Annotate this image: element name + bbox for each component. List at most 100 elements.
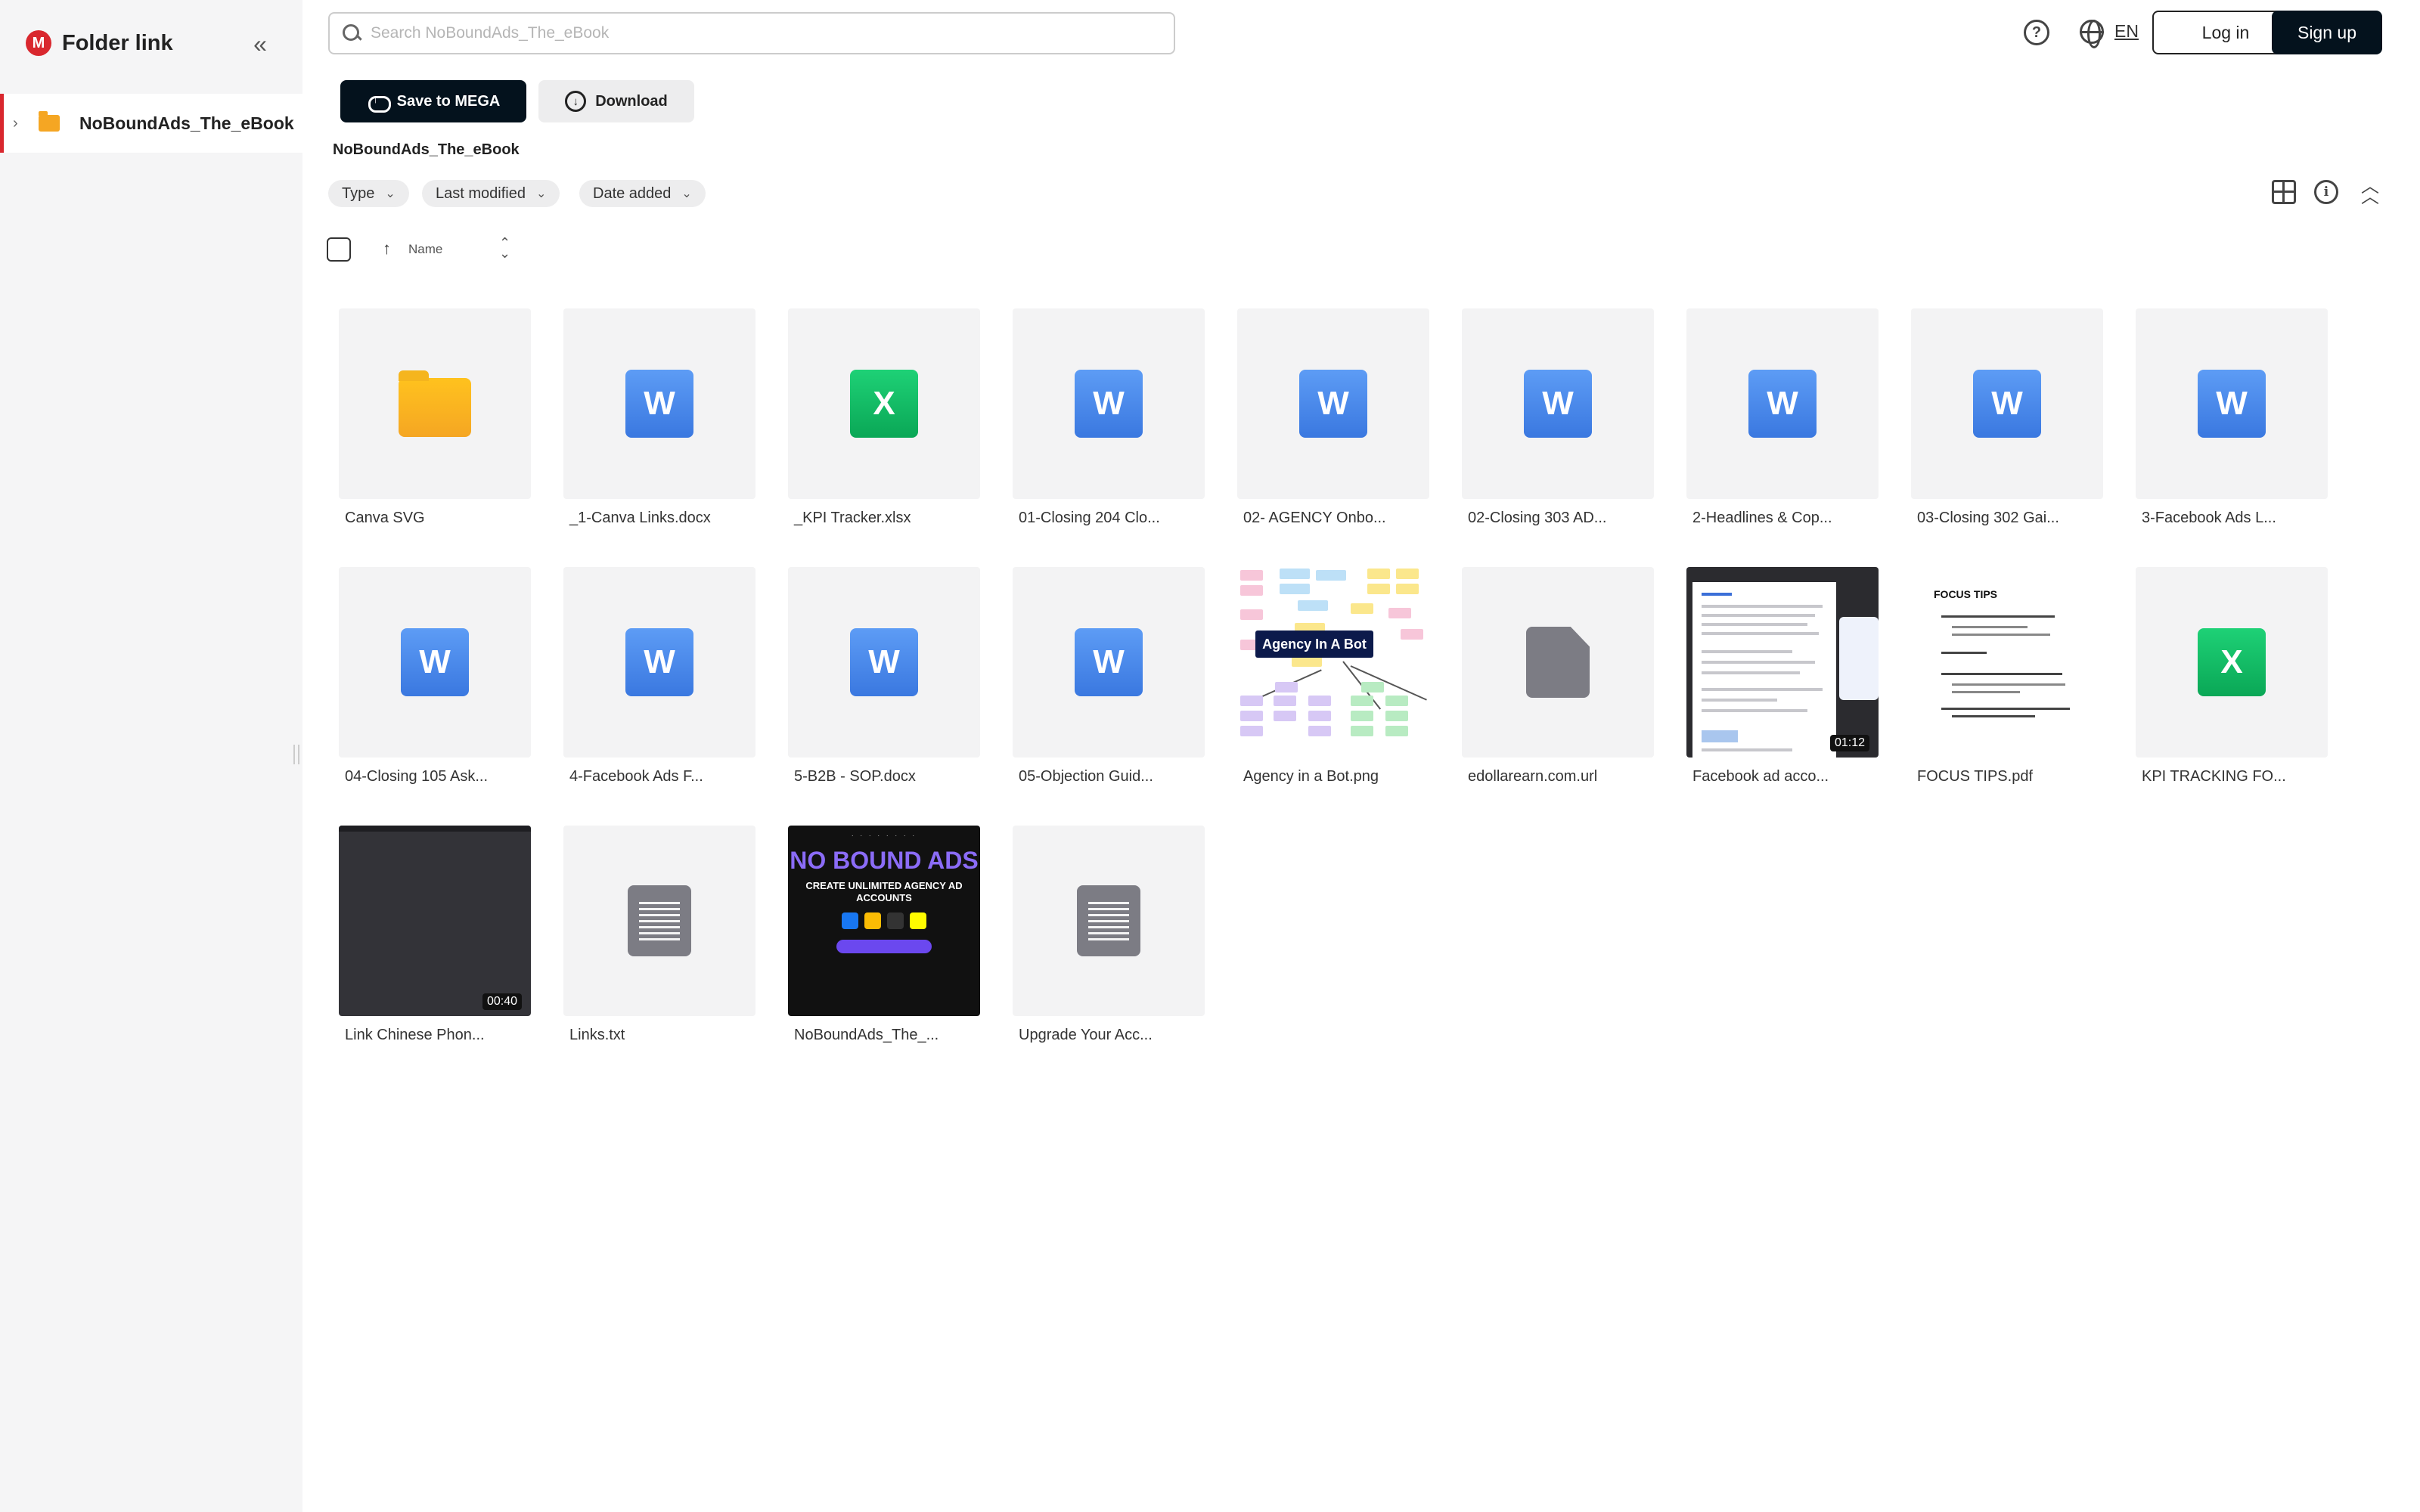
chevron-right-icon[interactable]: › [13, 115, 26, 132]
mindmap-node [1308, 726, 1331, 736]
file-card-closing-204[interactable]: W 01-Closing 204 Clo... [1013, 308, 1205, 535]
file-thumbnail[interactable] [339, 308, 531, 499]
file-card-b2b-sop[interactable]: W 5-B2B - SOP.docx [788, 567, 980, 794]
screenshot-line [1702, 632, 1819, 635]
file-name: 02-Closing 303 AD... [1468, 510, 1607, 526]
file-card-upgrade-account[interactable]: Upgrade Your Acc... [1013, 826, 1205, 1052]
file-thumbnail[interactable]: W [2136, 308, 2328, 499]
file-thumbnail[interactable] [1462, 567, 1654, 758]
pdf-line [1941, 673, 2062, 675]
video-thumbnail[interactable]: 01:12 [1686, 567, 1879, 758]
globe-icon[interactable] [2080, 20, 2104, 48]
save-to-mega-button[interactable]: Save to MEGA [340, 80, 526, 122]
file-card-links-txt[interactable]: Links.txt [563, 826, 755, 1052]
word-doc-icon: W [1973, 370, 2041, 438]
image-thumbnail[interactable]: · · · · · · · · NO BOUND ADS CREATE UNLI… [788, 826, 980, 1016]
file-thumbnail[interactable]: W [788, 567, 980, 758]
pdf-line [1941, 652, 1987, 654]
screenshot-line [1702, 593, 1732, 596]
filter-last-modified[interactable]: Last modified ⌄ [422, 180, 560, 207]
mindmap-node [1308, 696, 1331, 706]
file-name: edollarearn.com.url [1468, 768, 1598, 785]
file-thumbnail[interactable] [1013, 826, 1205, 1016]
filter-label: Type [342, 184, 375, 202]
sidebar-item-nobound-folder[interactable]: › NoBoundAds_The_eBook [0, 94, 302, 153]
collapse-sidebar-icon[interactable]: « [247, 30, 274, 57]
download-button[interactable]: ↓ Download [538, 80, 694, 122]
mindmap-node [1351, 696, 1373, 706]
mindmap-node [1292, 656, 1322, 667]
search-input[interactable] [371, 24, 1157, 42]
file-card-edollarearn-url[interactable]: edollarearn.com.url [1462, 567, 1654, 794]
file-card-closing-302[interactable]: W 03-Closing 302 Gai... [1911, 308, 2103, 535]
brand-title: Folder link [62, 30, 173, 55]
word-doc-icon: W [1524, 370, 1592, 438]
file-card-kpi-tracking[interactable]: X KPI TRACKING FO... [2136, 567, 2328, 794]
search-box[interactable] [328, 12, 1175, 54]
file-thumbnail[interactable]: W [1013, 308, 1205, 499]
pdf-line [1952, 683, 2065, 686]
cover-platform-logos [842, 912, 926, 930]
screenshot-line [1702, 614, 1815, 617]
video-thumbnail[interactable]: 00:40 [339, 826, 531, 1016]
file-thumbnail[interactable]: W [1686, 308, 1879, 499]
language-selector[interactable]: EN [2114, 21, 2139, 42]
file-card-closing-303[interactable]: W 02-Closing 303 AD... [1462, 308, 1654, 535]
filter-date-added[interactable]: Date added ⌄ [579, 180, 706, 207]
file-card-agency-in-a-bot[interactable]: Agency In A Bot Agency in a Bot.png [1237, 567, 1429, 794]
file-card-noboundads-cover[interactable]: · · · · · · · · NO BOUND ADS CREATE UNLI… [788, 826, 980, 1052]
mindmap-title: Agency In A Bot [1255, 631, 1373, 658]
help-icon[interactable]: ? [2024, 20, 2049, 45]
breadcrumb[interactable]: NoBoundAds_The_eBook [333, 141, 520, 159]
file-card-agency-onboarding[interactable]: W 02- AGENCY Onbo... [1237, 308, 1429, 535]
file-thumbnail[interactable]: W [1462, 308, 1654, 499]
file-card-facebook-ads-f[interactable]: W 4-Facebook Ads F... [563, 567, 755, 794]
sort-toggle-icon[interactable]: ⌃ ⌄ [499, 236, 510, 260]
mindmap-node [1274, 696, 1296, 706]
file-thumbnail[interactable]: W [563, 308, 755, 499]
excel-sheet-icon: X [2198, 628, 2266, 696]
file-card-objection-guide[interactable]: W 05-Objection Guid... [1013, 567, 1205, 794]
screenshot-line [1702, 650, 1792, 653]
sidebar-resize-handle[interactable] [293, 745, 299, 764]
pdf-line [1952, 626, 2028, 628]
mindmap-node [1401, 629, 1423, 640]
select-all-checkbox[interactable] [327, 237, 351, 262]
file-name: KPI TRACKING FO... [2142, 768, 2286, 785]
file-thumbnail[interactable]: X [788, 308, 980, 499]
file-name: Agency in a Bot.png [1243, 768, 1379, 785]
file-card-facebook-ad-account[interactable]: 01:12 Facebook ad acco... [1686, 567, 1879, 794]
image-thumbnail[interactable]: Agency In A Bot [1237, 567, 1429, 758]
signup-button[interactable]: Sign up [2272, 11, 2382, 54]
collapse-up-icon[interactable]: ︿ ︿ [2358, 177, 2382, 206]
file-card-facebook-ads-l[interactable]: W 3-Facebook Ads L... [2136, 308, 2328, 535]
file-thumbnail[interactable]: W [563, 567, 755, 758]
sort-name-label[interactable]: Name [408, 242, 442, 257]
filter-type[interactable]: Type ⌄ [328, 180, 409, 207]
file-thumbnail[interactable]: W [1911, 308, 2103, 499]
sidebar-item-label: NoBoundAds_The_eBook [79, 113, 294, 133]
file-card-headlines[interactable]: W 2-Headlines & Cop... [1686, 308, 1879, 535]
file-thumbnail[interactable] [563, 826, 755, 1016]
file-card-canva-svg[interactable]: Canva SVG [339, 308, 531, 535]
file-card-kpi-tracker[interactable]: X _KPI Tracker.xlsx [788, 308, 980, 535]
file-card-link-chinese-phone[interactable]: 00:40 Link Chinese Phon... [339, 826, 531, 1052]
file-thumbnail[interactable]: W [1013, 567, 1205, 758]
sort-arrow-up-icon[interactable]: ↑ [383, 239, 391, 259]
file-card-focus-tips[interactable]: FOCUS TIPS FOCUS TIPS.pdf [1911, 567, 2103, 794]
file-card-canva-links[interactable]: W _1-Canva Links.docx [563, 308, 755, 535]
file-thumbnail[interactable]: W [1237, 308, 1429, 499]
info-icon[interactable]: i [2314, 180, 2338, 204]
file-thumbnail[interactable]: X [2136, 567, 2328, 758]
sidebar: M Folder link « › NoBoundAds_The_eBook [0, 0, 302, 1512]
grid-view-icon[interactable] [2272, 180, 2296, 204]
folder-icon [39, 111, 60, 132]
file-card-closing-105[interactable]: W 04-Closing 105 Ask... [339, 567, 531, 794]
pdf-thumbnail[interactable]: FOCUS TIPS [1911, 567, 2103, 758]
pdf-line [1952, 715, 2035, 717]
word-doc-icon: W [625, 628, 693, 696]
file-thumbnail[interactable]: W [339, 567, 531, 758]
screenshot-line [1702, 671, 1800, 674]
mindmap-node [1361, 682, 1384, 692]
chevron-down-icon: ⌄ [681, 187, 692, 200]
